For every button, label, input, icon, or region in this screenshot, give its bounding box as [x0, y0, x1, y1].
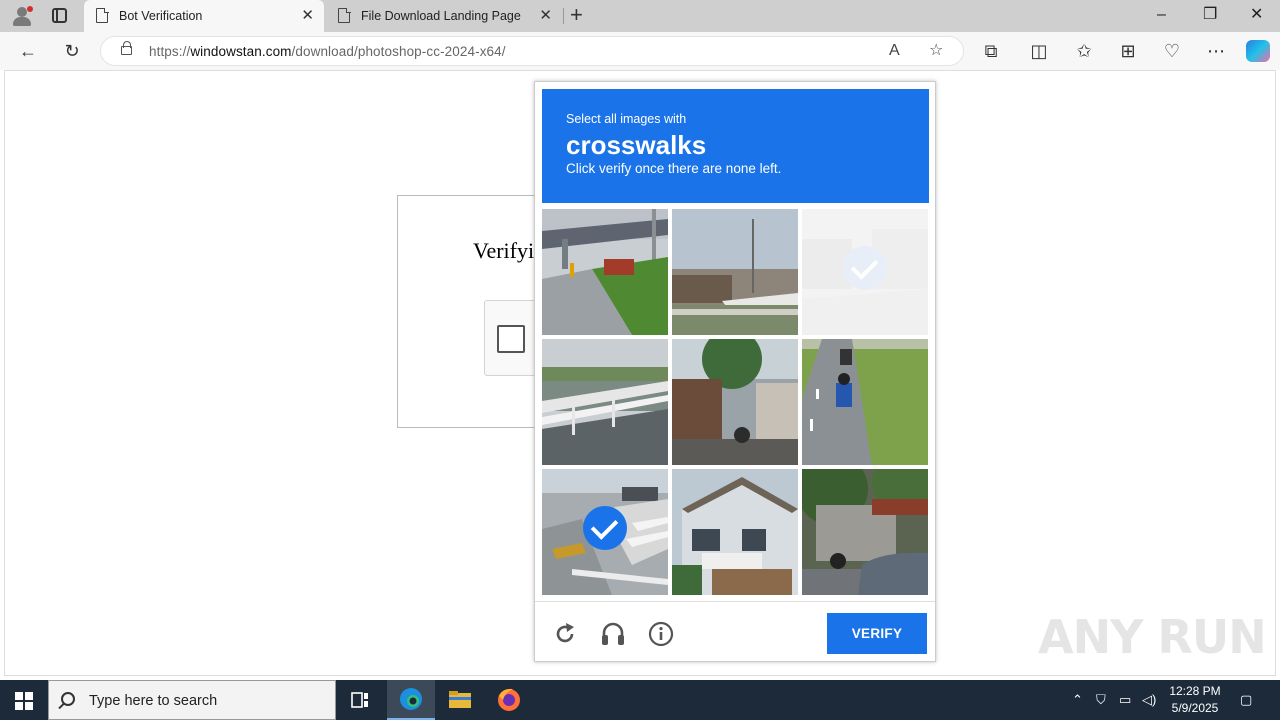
address-bar[interactable]: https://windowstan.com/download/photosho…	[100, 36, 964, 66]
page-icon	[96, 7, 109, 23]
close-window-icon[interactable]: ✕	[1250, 4, 1263, 26]
audio-challenge-icon[interactable]	[600, 621, 626, 647]
captcha-hint: Click verify once there are none left.	[566, 161, 782, 176]
tile-image	[542, 209, 668, 335]
verify-button[interactable]: VERIFY	[827, 613, 927, 654]
refresh-icon[interactable]: ↻	[61, 40, 83, 62]
volume-icon[interactable]: ◁)	[1142, 692, 1156, 708]
tile-image	[802, 469, 928, 595]
captcha-tile-6[interactable]	[802, 339, 928, 465]
windows-taskbar: Type here to search ⌃ ⛉ ▭ ◁) 12:28 PM 5/…	[0, 680, 1280, 720]
anyrun-watermark: ANY RUN	[1038, 610, 1267, 664]
search-icon	[61, 692, 75, 706]
favorite-star-icon[interactable]: ☆	[929, 41, 943, 61]
captcha-tile-9[interactable]	[802, 469, 928, 595]
tile-image	[672, 469, 798, 595]
captcha-tile-7[interactable]	[542, 469, 668, 595]
collections-icon[interactable]: ⊞	[1117, 40, 1139, 62]
security-tray-icon[interactable]: ⛉	[1096, 692, 1106, 708]
read-aloud-icon[interactable]: A	[889, 41, 900, 61]
captcha-tile-8[interactable]	[672, 469, 798, 595]
file-explorer-icon[interactable]	[436, 680, 484, 720]
lock-icon[interactable]	[121, 41, 132, 55]
firefox-icon[interactable]	[485, 680, 533, 720]
new-tab-icon[interactable]: +	[570, 4, 583, 26]
network-icon[interactable]: ▭	[1119, 692, 1131, 708]
captcha-instruction: Select all images with	[566, 112, 687, 126]
tile-image	[542, 339, 668, 465]
split-screen-icon[interactable]: ◫	[1028, 40, 1050, 62]
taskbar-clock[interactable]: 12:28 PM 5/9/2025	[1160, 683, 1230, 717]
taskbar-search[interactable]: Type here to search	[48, 680, 336, 720]
tab-title: Bot Verification	[119, 9, 203, 23]
task-view-icon[interactable]	[336, 680, 384, 720]
notifications-icon[interactable]: ▢	[1240, 692, 1252, 708]
tab-strip: Bot Verification ✕ File Download Landing…	[0, 0, 1280, 32]
tab-actions-icon[interactable]	[52, 8, 67, 23]
captcha-tile-1[interactable]	[542, 209, 668, 335]
captcha-tile-2[interactable]	[672, 209, 798, 335]
browser-essentials-icon[interactable]: ♡	[1161, 40, 1183, 62]
tile-image	[672, 209, 798, 335]
profile-icon[interactable]	[12, 6, 33, 26]
more-menu-icon[interactable]: ⋯	[1205, 40, 1227, 62]
clock-date: 5/9/2025	[1171, 701, 1219, 715]
captcha-tile-3[interactable]	[802, 209, 928, 335]
page-icon	[338, 7, 351, 23]
show-hidden-icons[interactable]: ⌃	[1072, 692, 1083, 708]
close-tab-icon[interactable]: ✕	[539, 8, 552, 23]
url-text[interactable]: https://windowstan.com/download/photosho…	[149, 44, 506, 59]
selected-check-icon	[583, 506, 627, 550]
clock-time: 12:28 PM	[1169, 684, 1221, 698]
captcha-challenge: Select all images with crosswalks Click …	[534, 81, 936, 662]
tab-bot-verification[interactable]: Bot Verification ✕	[84, 0, 324, 32]
tab-file-download[interactable]: File Download Landing Page ✕	[326, 0, 562, 32]
restore-icon[interactable]: ❐	[1203, 4, 1217, 26]
info-icon[interactable]	[648, 621, 674, 647]
recaptcha-checkbox[interactable]	[497, 325, 525, 353]
reload-challenge-icon[interactable]	[552, 621, 578, 647]
captcha-image-grid	[542, 209, 930, 597]
favorites-icon[interactable]: ✩	[1073, 40, 1095, 62]
captcha-keyword: crosswalks	[566, 130, 707, 160]
captcha-footer: VERIFY	[535, 601, 935, 661]
captcha-tile-5[interactable]	[672, 339, 798, 465]
tab-separator	[563, 8, 564, 24]
tile-image	[672, 339, 798, 465]
captcha-header: Select all images with crosswalks Click …	[542, 89, 929, 203]
back-icon[interactable]: ←	[17, 40, 39, 62]
close-tab-icon[interactable]: ✕	[301, 8, 314, 23]
tab-title: File Download Landing Page	[361, 9, 521, 23]
extensions-icon[interactable]: ⧉	[980, 40, 1002, 62]
edge-taskbar-icon[interactable]	[387, 680, 435, 720]
tile-image	[802, 339, 928, 465]
search-placeholder: Type here to search	[89, 693, 218, 709]
verification-title: Verifyi	[473, 238, 535, 263]
minimize-icon[interactable]: –	[1157, 4, 1166, 26]
browser-toolbar: ← ↻ https://windowstan.com/download/phot…	[0, 32, 1280, 70]
windows-start-icon[interactable]	[15, 692, 33, 710]
selected-check-icon	[843, 246, 887, 290]
captcha-tile-4[interactable]	[542, 339, 668, 465]
copilot-icon[interactable]	[1246, 40, 1270, 62]
